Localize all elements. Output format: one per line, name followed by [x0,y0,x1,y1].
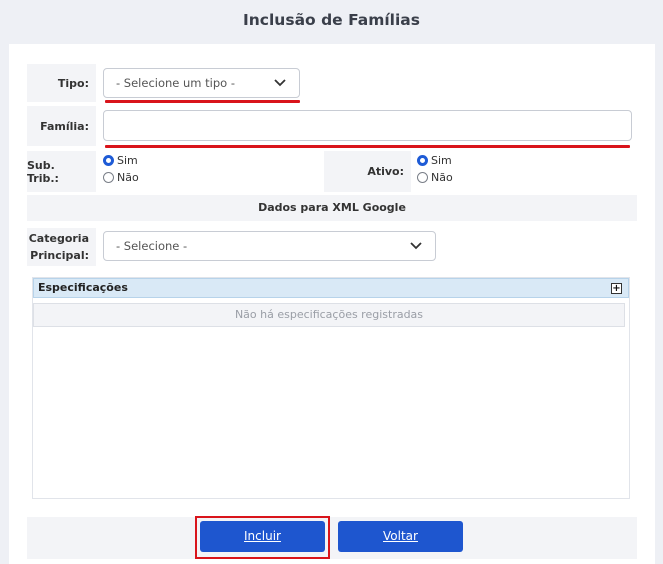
categoria-label-line2: Principal: [30,249,89,262]
categoria-select[interactable]: - Selecione - [103,231,436,261]
radio-unchecked-icon[interactable] [417,172,428,183]
sub-trib-option-sim[interactable]: Sim [103,153,138,168]
ativo-option-sim[interactable]: Sim [417,153,452,168]
sub-trib-option-nao[interactable]: Não [103,170,139,185]
back-button[interactable]: Voltar [338,521,463,552]
specs-panel: Especificações + Não há especificações r… [32,277,630,499]
categoria-select-value: - Selecione - [116,239,188,253]
specs-header: Especificações + [33,278,629,298]
chevron-down-icon [410,242,422,250]
categoria-label: Categoria Principal: [27,228,96,266]
sub-trib-option-label: Sim [117,154,138,167]
form-card: Tipo: - Selecione um tipo - Família: Sub… [9,44,655,564]
ativo-option-label: Sim [431,154,452,167]
sub-trib-option-label: Não [117,171,139,184]
form-actions-bar [27,517,637,559]
radio-checked-icon[interactable] [417,155,428,166]
ativo-label: Ativo: [324,151,411,192]
include-button[interactable]: Incluir [200,521,325,552]
page-title: Inclusão de Famílias [243,11,420,29]
specs-empty-message: Não há especificações registradas [33,303,625,327]
radio-unchecked-icon[interactable] [103,172,114,183]
familia-label: Família: [27,106,96,146]
radio-checked-icon[interactable] [103,155,114,166]
add-spec-icon[interactable]: + [611,283,622,294]
ativo-option-nao[interactable]: Não [417,170,453,185]
xml-section-title: Dados para XML Google [27,195,637,221]
tipo-label: Tipo: [27,64,96,102]
categoria-label-line1: Categoria [28,232,89,245]
familia-highlight-underline [105,145,630,148]
familia-input[interactable] [103,110,632,141]
ativo-option-label: Não [431,171,453,184]
tipo-select-value: - Selecione um tipo - [116,76,236,90]
tipo-highlight-underline [105,100,300,103]
tipo-select[interactable]: - Selecione um tipo - [103,68,300,98]
sub-trib-label: Sub. Trib.: [27,151,96,192]
specs-title: Especificações [38,281,128,294]
chevron-down-icon [274,79,286,87]
